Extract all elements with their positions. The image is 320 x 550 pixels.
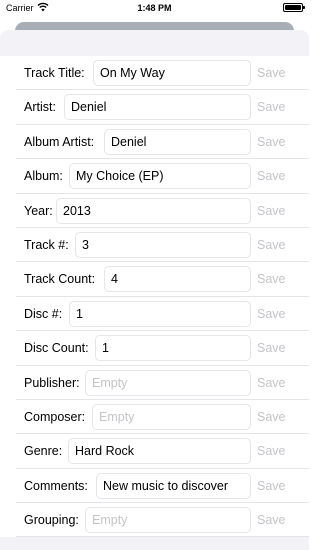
album-save-button[interactable]: Save xyxy=(257,159,286,193)
disc-row: Disc #: 1 Save xyxy=(0,297,309,332)
track-title-input[interactable]: On My Way xyxy=(93,60,251,86)
disc-count-row: Disc Count: 1 Save xyxy=(0,331,309,366)
comments-save-button[interactable]: Save xyxy=(257,469,286,503)
composer-save-button[interactable]: Save xyxy=(257,400,286,434)
album-artist-row: Album Artist: Deniel Save xyxy=(0,125,309,160)
publisher-label: Publisher: xyxy=(24,375,80,390)
genre-label: Genre: xyxy=(24,444,63,459)
disc-save-button[interactable]: Save xyxy=(257,297,286,331)
artist-input[interactable]: Deniel xyxy=(64,94,251,121)
track-count-label: Track Count: xyxy=(24,272,96,287)
track-save-button[interactable]: Save xyxy=(257,228,286,262)
track-title-row: Track Title: On My Way Save xyxy=(0,56,309,91)
composer-label: Composer: xyxy=(24,409,86,424)
publisher-row: Publisher: Empty Save xyxy=(0,366,309,401)
publisher-input[interactable]: Empty xyxy=(85,369,251,396)
disc-count-save-button[interactable]: Save xyxy=(257,331,286,365)
track-title-save-button[interactable]: Save xyxy=(257,56,286,90)
artist-save-button[interactable]: Save xyxy=(257,90,286,124)
album-label: Album: xyxy=(24,169,63,184)
track-count-row: Track Count: 4 Save xyxy=(0,262,309,298)
track-label: Track #: xyxy=(24,237,69,252)
album-artist-label: Album Artist: xyxy=(24,134,95,149)
artist-label: Artist: xyxy=(24,100,56,115)
disc-input[interactable]: 1 xyxy=(69,300,251,327)
disc-count-label: Disc Count: xyxy=(24,341,89,356)
tag-form: Track Title: On My Way Save Artist: Deniel Sa… xyxy=(0,56,309,538)
track-count-save-button[interactable]: Save xyxy=(257,262,286,296)
disc-label: Disc #: xyxy=(24,306,63,321)
grouping-label: Grouping: xyxy=(24,513,79,528)
year-row: Year: 2013 Save xyxy=(0,194,309,229)
track-row: Track #: 3 Save xyxy=(0,228,309,263)
grouping-save-button[interactable]: Save xyxy=(257,503,286,537)
album-row: Album: My Choice (EP) Save xyxy=(0,159,309,194)
clock: 1:48 PM xyxy=(137,3,172,13)
album-artist-input[interactable]: Deniel xyxy=(104,128,251,155)
track-title-label: Track Title: xyxy=(24,66,85,80)
status-bar: Carrier 1:48 PM xyxy=(0,0,309,16)
album-input[interactable]: My Choice (EP) xyxy=(69,163,251,190)
comments-input[interactable]: New music to discover xyxy=(96,472,251,499)
battery-icon xyxy=(283,3,305,12)
artist-row: Artist: Deniel Save xyxy=(0,90,309,126)
composer-input[interactable]: Empty xyxy=(92,403,251,430)
album-artist-save-button[interactable]: Save xyxy=(257,125,286,159)
grouping-input[interactable]: Empty xyxy=(85,507,251,534)
disc-count-input[interactable]: 1 xyxy=(95,335,251,362)
publisher-save-button[interactable]: Save xyxy=(257,366,286,400)
year-label: Year: xyxy=(24,203,53,218)
comments-row: Comments: New music to discover Save xyxy=(0,469,309,504)
comments-label: Comments: xyxy=(24,478,88,493)
track-input[interactable]: 3 xyxy=(75,231,251,258)
composer-row: Composer: Empty Save xyxy=(0,400,309,435)
genre-save-button[interactable]: Save xyxy=(257,434,286,468)
genre-row: Genre: Hard Rock Save xyxy=(0,434,309,470)
track-count-input[interactable]: 4 xyxy=(104,266,251,293)
grouping-row: Grouping: Empty Save xyxy=(0,503,309,538)
edit-tags-sheet: Track Title: On My Way Save Artist: Deniel Sa… xyxy=(0,30,309,550)
year-input[interactable]: 2013 xyxy=(56,197,251,224)
genre-input[interactable]: Hard Rock xyxy=(68,438,251,465)
year-save-button[interactable]: Save xyxy=(257,194,286,228)
